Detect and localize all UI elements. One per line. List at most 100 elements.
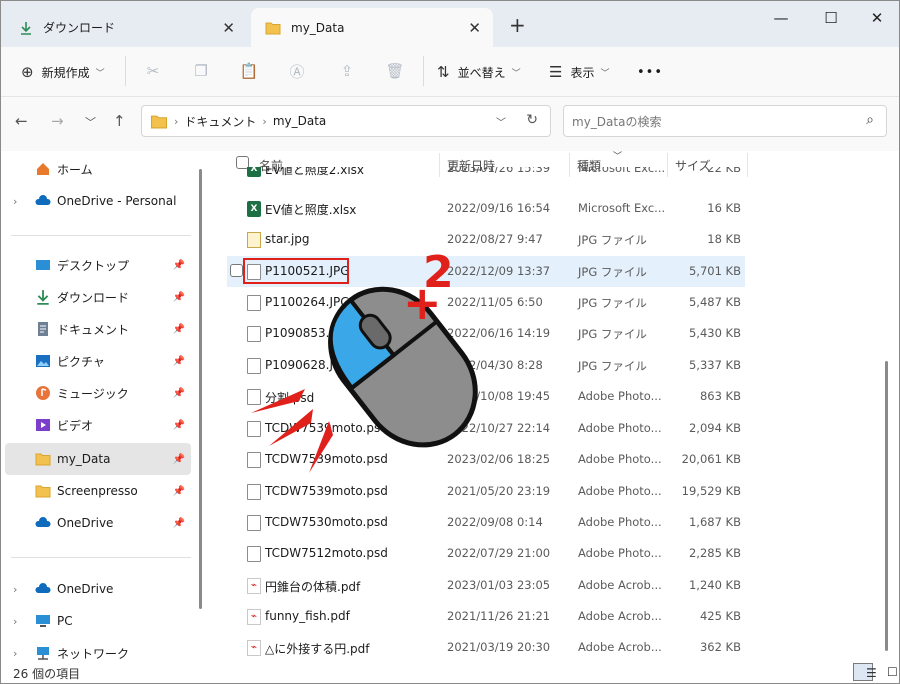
sidebar-item-documents[interactable]: ドキュメント 📌 <box>1 313 191 345</box>
sidebar-item-onedrive-quick[interactable]: OneDrive 📌 <box>1 507 191 539</box>
sidebar-item-downloads[interactable]: ダウンロード 📌 <box>1 281 191 313</box>
tab-my-data[interactable]: my_Data ✕ <box>251 8 493 47</box>
search-placeholder: my_Dataの検索 <box>572 114 662 129</box>
refresh-icon[interactable]: ↻ <box>526 112 538 128</box>
view-button-label: 表示 <box>570 65 595 80</box>
file-list-scrollbar[interactable] <box>885 361 888 651</box>
folder-icon <box>35 453 51 466</box>
pin-icon: 📌 <box>172 355 185 367</box>
click-burst-icon <box>269 409 313 446</box>
copy-icon[interactable]: ❐ <box>189 59 213 83</box>
maximize-button[interactable]: ☐ <box>821 9 841 27</box>
file-size: 16 KB <box>707 201 741 215</box>
view-button[interactable]: ☰ 表示 ﹀ <box>549 59 609 85</box>
paste-icon[interactable]: 📋 <box>237 59 261 83</box>
details-view-button[interactable]: ☰ <box>853 663 877 681</box>
file-size: 5,487 KB <box>688 295 741 309</box>
sidebar-item-music[interactable]: ミュージック 📌 <box>1 377 191 409</box>
plus-circle-icon: ⊕ <box>21 63 34 81</box>
click-burst-icon <box>309 421 333 473</box>
sidebar-item-home[interactable]: ホーム <box>1 153 191 185</box>
cloud-icon <box>35 195 51 205</box>
search-input[interactable]: my_Dataの検索 ⌕ <box>563 105 887 137</box>
video-icon <box>36 419 50 431</box>
download-icon <box>21 21 31 35</box>
sort-button[interactable]: ⇅ 並べ替え ﹀ <box>437 59 521 85</box>
toolbar-divider <box>125 56 126 86</box>
rename-icon[interactable]: Ⓐ <box>285 59 309 83</box>
pin-icon: 📌 <box>172 387 185 399</box>
file-type: Adobe Acrob... <box>578 578 662 592</box>
back-arrow-icon[interactable]: ← <box>15 112 28 130</box>
new-button[interactable]: ⊕ 新規作成 ﹀ <box>21 59 105 85</box>
file-row[interactable]: X EV値と照度.xlsx 2022/09/16 16:54 Microsoft… <box>227 193 745 224</box>
file-type: JPG ファイル <box>578 296 647 310</box>
more-options-button[interactable]: ••• <box>637 59 663 85</box>
sidebar-item-pictures[interactable]: ピクチャ 📌 <box>1 345 191 377</box>
sidebar-item-pc[interactable]: › PC <box>1 605 191 637</box>
file-row[interactable]: ⌁ △に外接する円.pdf 2021/03/19 20:30 Adobe Acr… <box>227 632 745 663</box>
expand-chevron-icon[interactable]: › <box>13 195 17 208</box>
file-row[interactable]: TCDW7530moto.psd 2022/09/08 0:14 Adobe P… <box>227 507 745 538</box>
file-row[interactable]: X EV値と照度2.xlsx 2023/01/26 15:39 Microsof… <box>227 167 745 185</box>
click-burst-icon <box>251 389 305 413</box>
forward-arrow-icon[interactable]: → <box>51 112 64 130</box>
breadcrumb-my-data[interactable]: my_Data <box>273 114 326 128</box>
recent-chevron-icon[interactable]: ﹀ <box>85 114 96 130</box>
expand-chevron-icon[interactable]: › <box>13 615 17 628</box>
close-tab-icon[interactable]: ✕ <box>222 19 235 37</box>
sidebar-item-label: OneDrive <box>57 582 114 596</box>
chevron-down-icon: ﹀ <box>95 68 105 79</box>
address-dropdown-icon[interactable]: ﹀ <box>496 114 506 129</box>
file-type: Microsoft Exc... <box>578 201 666 215</box>
file-date: 2021/05/20 23:19 <box>447 484 551 498</box>
file-type: Adobe Photo... <box>578 546 662 560</box>
file-type: Adobe Acrob... <box>578 609 662 623</box>
breadcrumb-documents[interactable]: ドキュメント <box>184 113 256 130</box>
command-bar: ⊕ 新規作成 ﹀ ✂ ❐ 📋 Ⓐ ⇪ 🗑 ⇅ 並べ替え ﹀ ☰ 表示 ﹀ ••• <box>1 47 899 97</box>
file-row[interactable]: ⌁ 円錐台の体積.pdf 2023/01/03 23:05 Adobe Acro… <box>227 570 745 601</box>
expand-chevron-icon[interactable]: › <box>13 583 17 596</box>
file-date: 2023/01/03 23:05 <box>447 578 551 592</box>
item-count: 26 個の項目 <box>13 667 81 681</box>
share-icon[interactable]: ⇪ <box>335 59 359 83</box>
breadcrumb-separator-icon: › <box>262 114 267 128</box>
toolbar-divider <box>423 56 424 86</box>
pin-icon: 📌 <box>172 291 185 303</box>
pin-icon: 📌 <box>172 323 185 335</box>
sidebar-item-my-data[interactable]: my_Data 📌 <box>5 443 191 475</box>
search-icon[interactable]: ⌕ <box>866 112 874 128</box>
file-name: TCDW7512moto.psd <box>265 546 388 560</box>
download-icon <box>37 290 49 305</box>
address-bar[interactable]: › ドキュメント › my_Data ﹀ ↻ <box>141 105 551 137</box>
file-size: 18 KB <box>707 232 741 246</box>
file-type: Adobe Photo... <box>578 515 662 529</box>
new-tab-button[interactable]: + <box>509 13 526 37</box>
sidebar-item-onedrive-personal[interactable]: › OneDrive - Personal <box>1 185 191 217</box>
close-window-button[interactable]: ✕ <box>867 9 887 27</box>
tab-downloads[interactable]: ダウンロード ✕ <box>5 8 247 47</box>
tiles-view-button[interactable]: ☐ <box>875 663 898 681</box>
sidebar-item-screenpresso[interactable]: Screenpresso 📌 <box>1 475 191 507</box>
up-arrow-icon[interactable]: ↑ <box>113 112 126 130</box>
chevron-down-icon: ﹀ <box>600 68 610 79</box>
delete-icon[interactable]: 🗑 <box>383 59 407 83</box>
folder-icon <box>150 115 168 128</box>
file-size: 1,240 KB <box>688 578 741 592</box>
column-divider[interactable] <box>747 153 748 177</box>
minimize-button[interactable]: — <box>771 9 791 27</box>
sidebar-item-videos[interactable]: ビデオ 📌 <box>1 409 191 441</box>
sidebar-item-desktop[interactable]: デスクトップ 📌 <box>1 249 191 281</box>
file-size: 19,529 KB <box>681 484 741 498</box>
file-size: 863 KB <box>699 389 741 403</box>
cut-icon[interactable]: ✂ <box>141 59 165 83</box>
close-tab-icon[interactable]: ✕ <box>468 19 481 37</box>
sidebar-item-onedrive[interactable]: › OneDrive <box>1 573 191 605</box>
expand-chevron-icon[interactable]: › <box>13 647 17 660</box>
sidebar-scrollbar[interactable] <box>199 169 202 609</box>
file-size: 425 KB <box>699 609 741 623</box>
pdf-file-icon: ⌁ <box>247 640 261 656</box>
file-size: 2,285 KB <box>688 546 741 560</box>
file-row[interactable]: ⌁ funny_fish.pdf 2021/11/26 21:21 Adobe … <box>227 601 745 632</box>
file-row[interactable]: TCDW7512moto.psd 2022/07/29 21:00 Adobe … <box>227 538 745 569</box>
